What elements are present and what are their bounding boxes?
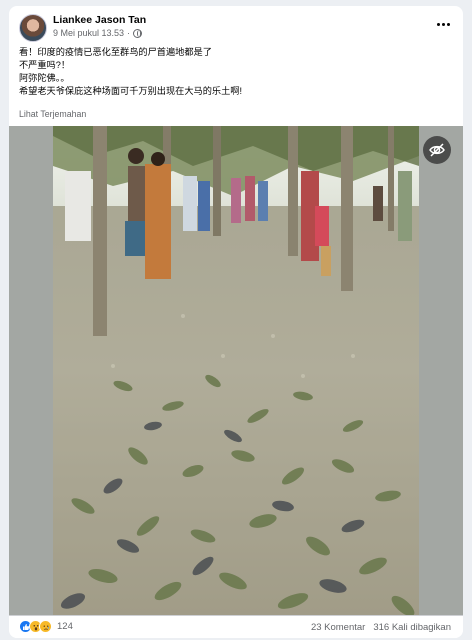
post-date[interactable]: 9 Mei pukul 13.53	[53, 28, 124, 38]
post-media[interactable]	[9, 126, 463, 615]
sad-icon	[39, 620, 52, 633]
globe-icon	[133, 28, 143, 38]
author-name[interactable]: Liankee Jason Tan	[53, 14, 146, 26]
post-line: 希望老天爷保庇这种场面可千万别出现在大马的乐土啊!	[19, 86, 243, 96]
post-text: 看！印度的疫情已恶化至群鸟的尸首遍地都是了 不严重吗?！ 阿弥陀佛。。 希望老天…	[19, 46, 453, 98]
post-header: Liankee Jason Tan 9 Mei pukul 13.53 ·	[9, 6, 463, 46]
post-footer: 124 23 Komentar 316 Kali dibagikan	[9, 615, 463, 638]
author-avatar[interactable]	[19, 14, 47, 42]
eye-off-icon[interactable]	[423, 136, 451, 164]
reactions-summary[interactable]: 124	[19, 620, 73, 633]
post-meta: 9 Mei pukul 13.53 ·	[53, 28, 143, 38]
shares-count-link[interactable]: 316 Kali dibagikan	[373, 622, 451, 633]
reaction-count: 124	[57, 621, 73, 632]
post-line: 不严重吗?！	[19, 60, 71, 70]
post-photo[interactable]	[53, 126, 419, 615]
more-options-icon[interactable]	[433, 16, 453, 32]
post-line: 阿弥陀佛。。	[19, 73, 70, 83]
engagement-stats: 23 Komentar 316 Kali dibagikan	[311, 622, 451, 633]
comments-count-link[interactable]: 23 Komentar	[311, 622, 365, 633]
see-translation-link[interactable]: Lihat Terjemahan	[19, 109, 86, 119]
post-card: Liankee Jason Tan 9 Mei pukul 13.53 · 看！…	[9, 6, 463, 638]
post-line: 看！印度的疫情已恶化至群鸟的尸首遍地都是了	[19, 47, 212, 57]
dead-birds-photo	[53, 126, 419, 615]
